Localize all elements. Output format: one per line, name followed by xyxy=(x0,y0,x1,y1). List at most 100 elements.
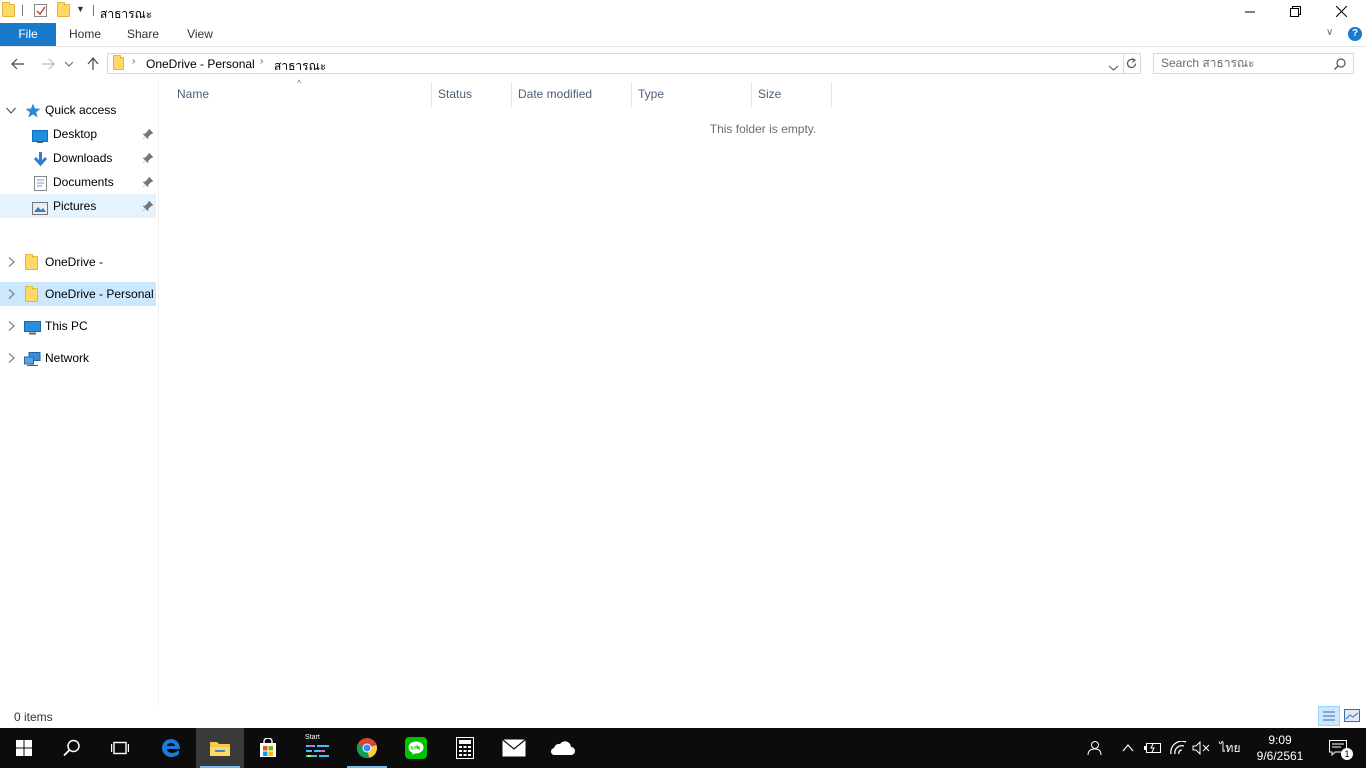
help-icon[interactable]: ? xyxy=(1348,27,1362,41)
up-button[interactable] xyxy=(83,55,103,73)
address-bar[interactable]: › OneDrive - Personal › สาธารณะ xyxy=(107,53,1124,74)
empty-folder-message: This folder is empty. xyxy=(709,122,817,136)
chevron-right-icon[interactable] xyxy=(5,282,17,308)
action-center-icon[interactable]: 1 xyxy=(1318,728,1358,768)
line-icon[interactable] xyxy=(392,728,440,768)
sidebar-item-this-pc[interactable]: This PC xyxy=(0,314,156,338)
network-icon xyxy=(24,351,41,366)
recent-locations-button[interactable] xyxy=(62,55,76,73)
back-button[interactable] xyxy=(8,55,28,73)
folder-icon xyxy=(2,2,15,17)
breadcrumb-separator-icon[interactable]: › xyxy=(260,56,263,67)
documents-icon xyxy=(34,175,49,191)
sidebar-item-network[interactable]: Network xyxy=(0,346,156,370)
edge-icon[interactable] xyxy=(147,728,195,768)
sidebar-item-label: Desktop xyxy=(53,127,98,141)
task-view-button[interactable] xyxy=(96,728,144,768)
sidebar-item-label: OneDrive - xyxy=(45,255,104,269)
search-placeholder: Search สาธารณะ xyxy=(1161,56,1255,70)
wifi-icon[interactable] xyxy=(1166,728,1190,768)
column-name[interactable]: Name xyxy=(171,82,432,107)
minimize-button[interactable] xyxy=(1227,0,1273,23)
folder-icon xyxy=(113,55,124,70)
tab-view[interactable]: View xyxy=(178,23,222,46)
sidebar-item-onedrive[interactable]: OneDrive - xyxy=(0,250,156,274)
column-date-modified[interactable]: Date modified xyxy=(512,82,632,107)
start-button[interactable] xyxy=(0,728,48,768)
chevron-down-icon[interactable] xyxy=(5,98,17,123)
sidebar-item-label: Quick access xyxy=(45,103,117,117)
breadcrumb-separator-icon[interactable]: › xyxy=(132,56,135,67)
tab-share[interactable]: Share xyxy=(120,23,166,46)
taskbar: Start ไทย 9:09 9/6/2561 1 xyxy=(0,728,1366,768)
window-title: สาธารณะ xyxy=(100,7,153,21)
folder-icon xyxy=(25,254,38,270)
title-bar: ▼ สาธารณะ xyxy=(0,0,1366,23)
search-button[interactable] xyxy=(48,728,96,768)
pc-icon xyxy=(24,319,41,335)
breadcrumb-current[interactable]: สาธารณะ xyxy=(274,57,326,76)
folder-icon xyxy=(25,286,38,302)
pin-icon[interactable] xyxy=(142,122,154,149)
chevron-right-icon[interactable] xyxy=(5,346,17,372)
new-folder-icon[interactable] xyxy=(57,2,70,17)
sidebar-item-label: OneDrive - Personal xyxy=(45,287,154,301)
search-icon[interactable] xyxy=(1334,57,1346,76)
sidebar-item-pictures[interactable]: Pictures xyxy=(0,194,156,218)
divider xyxy=(22,5,23,16)
show-hidden-icons-icon[interactable] xyxy=(1118,728,1138,768)
battery-icon[interactable] xyxy=(1142,728,1164,768)
tab-file[interactable]: File xyxy=(0,23,56,46)
sidebar-item-downloads[interactable]: Downloads xyxy=(0,146,156,170)
column-status[interactable]: Status xyxy=(432,82,512,107)
clock-time: 9:09 xyxy=(1268,733,1292,747)
close-button[interactable] xyxy=(1318,0,1364,23)
divider xyxy=(93,5,94,16)
sidebar-item-label: Network xyxy=(45,351,90,365)
details-view-button[interactable] xyxy=(1318,706,1340,726)
calculator-icon[interactable] xyxy=(441,728,489,768)
notification-count-badge: 1 xyxy=(1341,748,1353,760)
column-size[interactable]: Size xyxy=(752,82,832,107)
sidebar-item-onedrive-personal[interactable]: OneDrive - Personal xyxy=(0,282,156,306)
pin-icon[interactable] xyxy=(142,194,154,221)
chevron-right-icon[interactable] xyxy=(5,250,17,276)
tab-home[interactable]: Home xyxy=(62,23,108,46)
volume-muted-icon[interactable] xyxy=(1190,728,1212,768)
pin-icon[interactable] xyxy=(142,146,154,173)
pin-icon[interactable] xyxy=(142,170,154,197)
large-icons-view-button[interactable] xyxy=(1342,706,1362,726)
store-icon[interactable] xyxy=(244,728,292,768)
expand-ribbon-icon[interactable]: ∨ xyxy=(1326,27,1333,38)
star-icon xyxy=(25,102,41,118)
sidebar-item-label: Pictures xyxy=(53,199,97,213)
sidebar-item-documents[interactable]: Documents xyxy=(0,170,156,194)
language-indicator[interactable]: ไทย xyxy=(1216,728,1244,768)
sidebar-item-label: Downloads xyxy=(53,151,113,165)
sidebar-item-desktop[interactable]: Desktop xyxy=(0,122,156,146)
desktop-icon xyxy=(32,127,48,143)
sidebar-item-quick-access[interactable]: Quick access xyxy=(0,98,156,122)
chevron-right-icon[interactable] xyxy=(5,314,17,340)
chrome-icon[interactable] xyxy=(343,728,391,768)
start-app-icon[interactable]: Start xyxy=(294,728,342,768)
item-count: 0 items xyxy=(14,710,53,724)
status-bar: 0 items xyxy=(0,706,1366,728)
clock-date: 9/6/2561 xyxy=(1256,749,1304,763)
ribbon-tabs: File Home Share View ∨ ? xyxy=(0,23,1366,47)
breadcrumb-onedrive-personal[interactable]: OneDrive - Personal xyxy=(146,57,255,71)
refresh-button[interactable] xyxy=(1123,53,1141,74)
people-icon[interactable] xyxy=(1080,728,1108,768)
column-type[interactable]: Type xyxy=(632,82,752,107)
onedrive-icon[interactable] xyxy=(538,728,586,768)
forward-button[interactable] xyxy=(38,55,58,73)
restore-button[interactable] xyxy=(1272,0,1318,23)
clock[interactable]: 9:09 9/6/2561 xyxy=(1250,728,1310,768)
start-app-label: Start xyxy=(305,734,320,741)
file-explorer-icon[interactable] xyxy=(196,728,244,768)
properties-icon[interactable] xyxy=(34,4,47,17)
address-dropdown-icon[interactable] xyxy=(1108,60,1119,74)
mail-icon[interactable] xyxy=(490,728,538,768)
search-input[interactable]: Search สาธารณะ xyxy=(1153,53,1354,74)
customize-qat-icon[interactable]: ▼ xyxy=(76,4,85,14)
